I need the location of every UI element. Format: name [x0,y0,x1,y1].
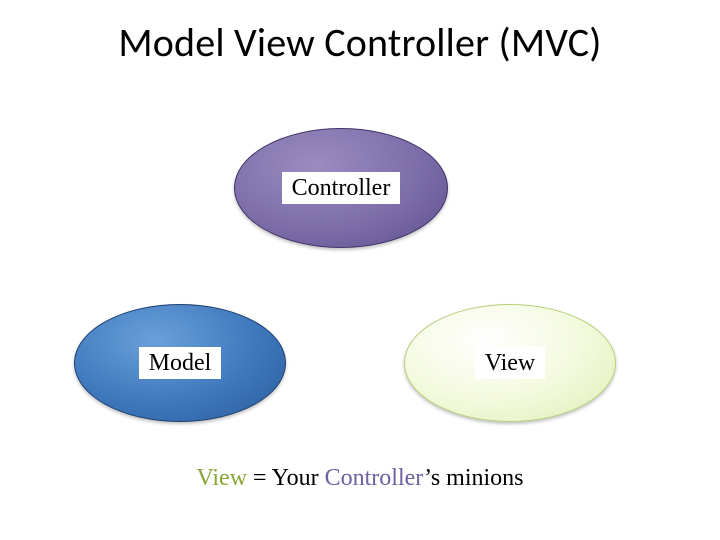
controller-label: Controller [282,172,401,205]
view-label: View [475,347,546,380]
model-label: Model [139,347,222,380]
caption-view-word: View [196,465,247,491]
caption-controller-word: Controller [325,465,425,491]
controller-node: Controller [234,128,448,248]
slide: Model View Controller (MVC) Controller M… [0,0,720,540]
caption-text-2: ’s minions [424,465,523,491]
model-node: Model [74,304,286,422]
slide-title: Model View Controller (MVC) [0,18,720,67]
view-node: View [404,304,616,422]
caption-text-1: = Your [247,465,325,491]
slide-caption: View = Your Controller’s minions [0,465,720,492]
